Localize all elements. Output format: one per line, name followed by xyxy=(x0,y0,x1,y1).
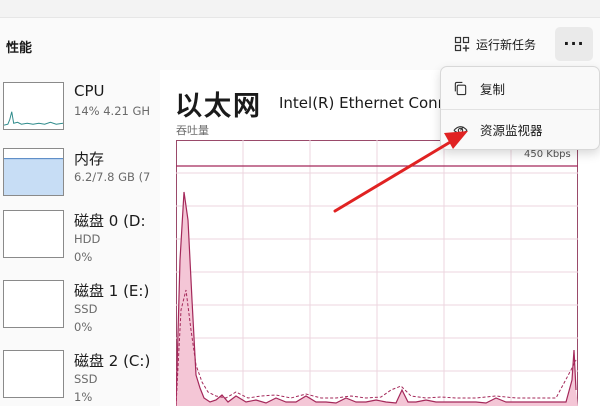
menu-item-resource-monitor-label: 资源监视器 xyxy=(480,122,543,138)
disk-1-thumbnail-graph xyxy=(3,280,64,328)
disk-0-type: HDD xyxy=(74,232,101,246)
memory-thumbnail-graph xyxy=(3,148,64,196)
menu-item-copy-label: 复制 xyxy=(480,81,506,97)
disk-1-type: SSD xyxy=(74,302,98,316)
copy-icon xyxy=(454,81,467,95)
throughput-max-label: 450 Kbps xyxy=(522,149,573,160)
disk-2-type: SSD xyxy=(74,372,98,386)
disk-0-usage: 0% xyxy=(74,250,93,264)
disk-2-thumbnail-graph xyxy=(3,350,64,398)
resource-monitor-icon xyxy=(453,125,468,134)
disk-0-thumbnail-graph xyxy=(3,210,64,258)
run-task-label: 运行新任务 xyxy=(476,37,537,52)
window-top-strip xyxy=(0,0,600,18)
sidebar-item-memory[interactable]: 内存 6.2/7.8 GB (7 xyxy=(0,144,160,210)
sidebar-item-disk-1[interactable]: 磁盘 1 (E:) SSD 0% xyxy=(0,276,160,342)
page-title: 性能 xyxy=(6,41,33,56)
sidebar-item-cpu[interactable]: CPU 14% 4.21 GH xyxy=(0,78,160,144)
more-options-button[interactable]: ··· xyxy=(555,27,593,61)
menu-item-resource-monitor[interactable]: 资源监视器 xyxy=(447,113,595,145)
throughput-label: 吞吐量 xyxy=(176,124,209,137)
sidebar-item-disk-2[interactable]: 磁盘 2 (C:) SSD 1% xyxy=(0,346,160,406)
cpu-thumbnail-graph xyxy=(3,82,64,130)
device-sidebar: CPU 14% 4.21 GH 内存 6.2/7.8 GB (7 磁盘 0 (D… xyxy=(0,70,160,406)
more-options-icon: ··· xyxy=(563,34,585,53)
device-model: Intel(R) Ethernet Conn xyxy=(279,94,448,112)
disk-1-name: 磁盘 1 (E:) xyxy=(74,282,150,300)
disk-2-name: 磁盘 2 (C:) xyxy=(74,352,151,370)
menu-divider xyxy=(441,109,599,110)
disk-0-name: 磁盘 0 (D: xyxy=(74,212,146,230)
throughput-graph xyxy=(176,140,578,406)
device-title: 以太网 xyxy=(175,91,262,122)
header-bar: 性能 运行新任务 ··· xyxy=(0,18,600,70)
cpu-usage: 14% 4.21 GH xyxy=(74,104,151,118)
memory-name: 内存 xyxy=(74,150,105,168)
menu-item-copy[interactable]: 复制 xyxy=(447,72,595,104)
cpu-name: CPU xyxy=(74,82,105,100)
more-options-menu: 复制 资源监视器 xyxy=(440,66,600,150)
disk-2-usage: 1% xyxy=(74,390,93,404)
sidebar-item-disk-0[interactable]: 磁盘 0 (D: HDD 0% xyxy=(0,206,160,272)
run-task-icon xyxy=(454,36,470,52)
disk-1-usage: 0% xyxy=(74,320,93,334)
memory-usage: 6.2/7.8 GB (7 xyxy=(74,170,151,184)
run-new-task-button[interactable]: 运行新任务 xyxy=(448,29,542,59)
